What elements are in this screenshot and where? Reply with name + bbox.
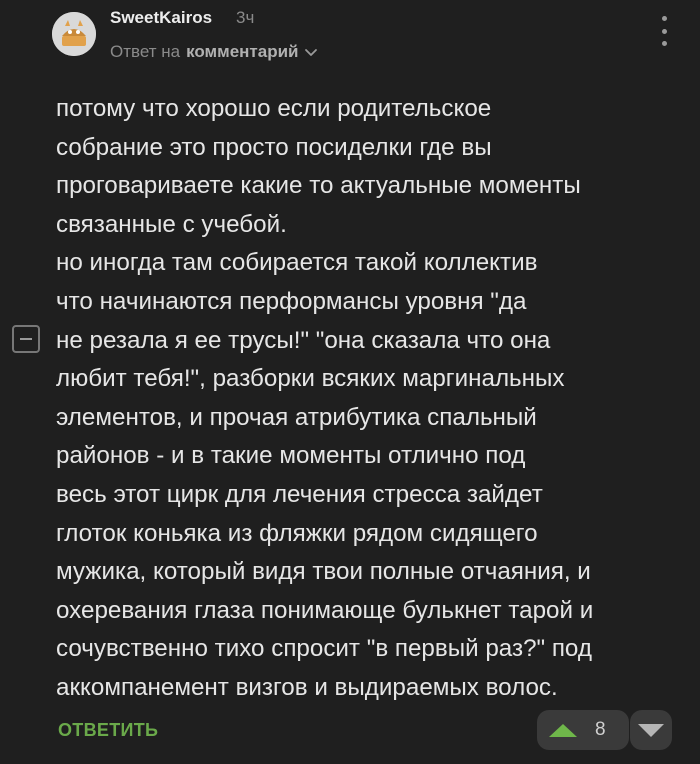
rating-count: 8 [595, 719, 606, 740]
reply-to-link[interactable]: Ответ на комментарий [110, 42, 318, 62]
comment-body: потому что хорошо если родительское собр… [56, 90, 696, 708]
comment-line: собрание это просто посиделки где вы [56, 133, 492, 161]
comment-line: весь этот цирк для лечения стресса зайде… [56, 480, 543, 508]
comment-line: глоток коньяка из фляжки рядом сидящего [56, 519, 538, 547]
comment-line: связанные с учебой. [56, 210, 287, 238]
downvote-icon [638, 723, 664, 737]
comment-line: проговариваете какие то актуальные момен… [56, 172, 581, 200]
comment-line: любит тебя!", разборки всяких маргинальн… [56, 365, 565, 393]
downvote-button[interactable] [630, 710, 672, 750]
comment-line: но иногда там собирается такой коллектив [56, 249, 538, 277]
reply-prefix: Ответ на [110, 42, 181, 61]
upvote-icon [549, 723, 577, 737]
collapse-thread-icon[interactable] [12, 325, 40, 353]
comment-line: сочувственно тихо спросит "в первый раз?… [56, 635, 592, 663]
comment-line: элементов, и прочая атрибутика спальный [56, 403, 537, 431]
chevron-down-icon [305, 49, 318, 56]
upvote-button[interactable]: 8 [537, 710, 629, 750]
comment-author[interactable]: SweetKairos [110, 8, 212, 28]
comment-line: не резала я ее трусы!" "она сказала что … [56, 326, 551, 354]
comment-line: охеревания глаза понимающе булькнет таро… [56, 596, 594, 624]
reply-button[interactable]: ОТВЕТИТЬ [58, 720, 158, 741]
comment-line: мужика, который видя твои полные отчаяни… [56, 558, 591, 586]
comment-line: что начинаются перформансы уровня "да [56, 287, 527, 315]
avatar-icon [52, 12, 96, 56]
more-options-icon[interactable] [656, 16, 672, 46]
reply-target: комментарий [186, 42, 299, 61]
user-avatar[interactable] [52, 12, 96, 56]
comment-time: 3ч [236, 8, 255, 27]
comment-line: аккомпанемент визгов и выдираемых волос. [56, 673, 558, 701]
comment-line: потому что хорошо если родительское [56, 95, 492, 122]
comment-line: районов - и в такие моменты отлично под [56, 442, 526, 470]
